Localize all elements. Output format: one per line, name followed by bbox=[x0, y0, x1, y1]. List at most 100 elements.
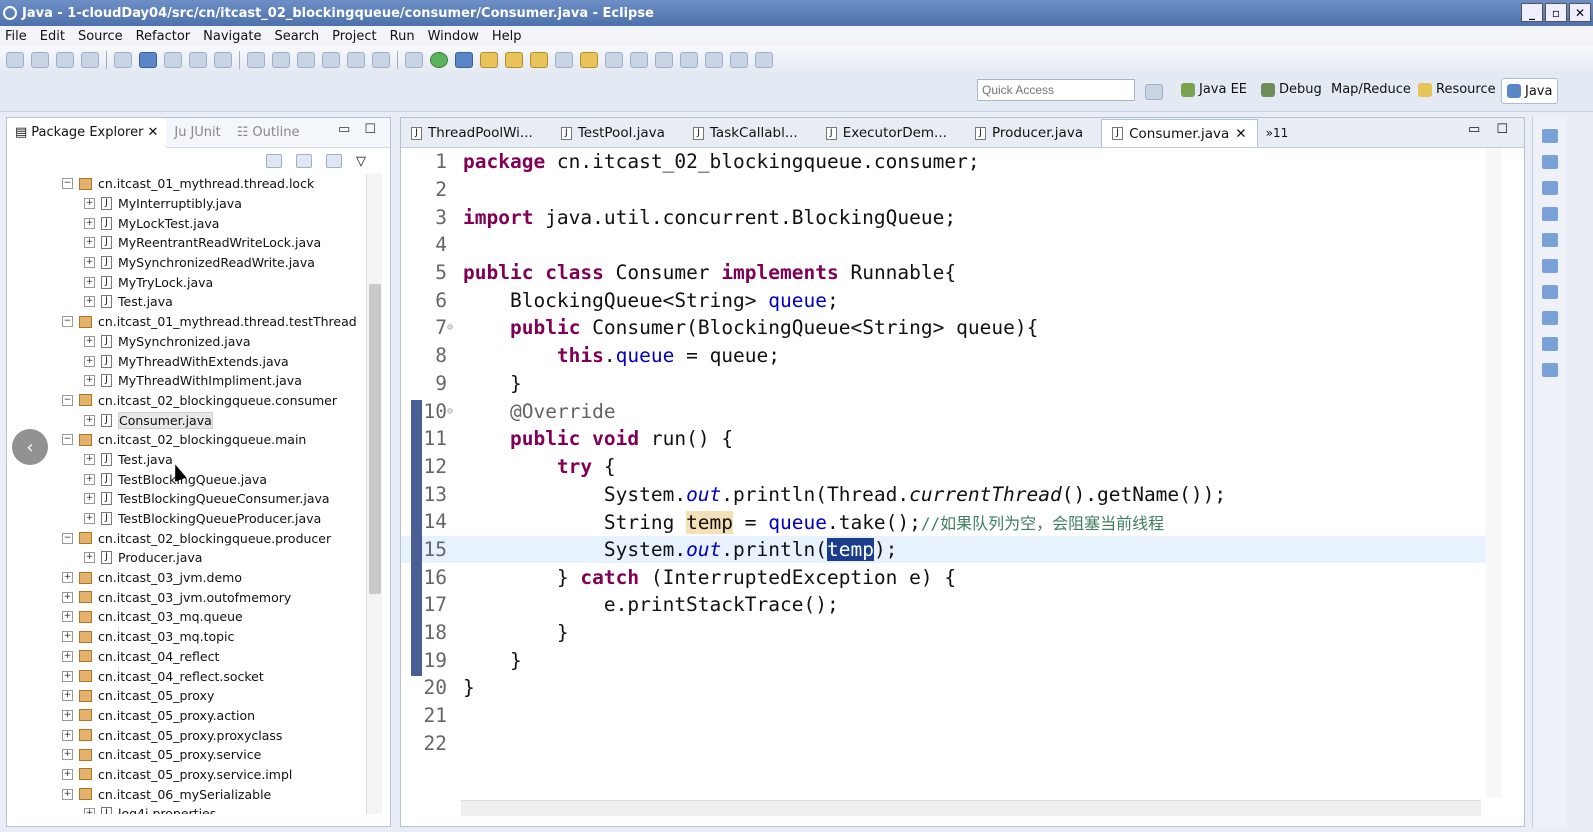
perspective-map-reduce[interactable]: Map/Reduce bbox=[1331, 82, 1411, 97]
maximize-editor-icon[interactable]: ☐ bbox=[1496, 122, 1508, 137]
package-node[interactable]: + cn.itcast_05_proxy bbox=[7, 686, 372, 706]
package-node[interactable]: + cn.itcast_04_reflect.socket bbox=[7, 666, 372, 686]
console-icon[interactable] bbox=[1541, 259, 1558, 273]
package-node[interactable]: + cn.itcast_05_proxy.action bbox=[7, 706, 372, 726]
coverage-icon[interactable] bbox=[214, 52, 232, 68]
declaration-icon[interactable] bbox=[1541, 207, 1558, 221]
package-node[interactable]: + cn.itcast_03_mq.queue bbox=[7, 607, 372, 627]
file-node[interactable]: + Jlog4j.properties bbox=[7, 804, 372, 814]
file-node[interactable]: + J Test.java bbox=[7, 292, 372, 312]
menu-project[interactable]: Project bbox=[327, 29, 384, 44]
file-node[interactable]: + J MySynchronized.java bbox=[7, 332, 372, 352]
run-icon[interactable] bbox=[430, 52, 448, 68]
collapse-toggle-icon[interactable]: − bbox=[62, 178, 73, 190]
package-node[interactable]: + cn.itcast_03_mq.topic bbox=[7, 627, 372, 647]
perspective-java-ee[interactable]: Java EE bbox=[1181, 82, 1247, 97]
collapse-toggle-icon[interactable]: − bbox=[62, 316, 73, 328]
file-node[interactable]: + J MyReentrantReadWriteLock.java bbox=[7, 233, 372, 253]
expand-toggle-icon[interactable]: + bbox=[62, 690, 73, 702]
package-node[interactable]: + cn.itcast_03_jvm.demo bbox=[7, 568, 372, 588]
debug-view-icon[interactable] bbox=[1541, 311, 1558, 325]
refresh-icon[interactable] bbox=[139, 52, 157, 68]
expand-toggle-icon[interactable]: + bbox=[84, 257, 95, 269]
editor-tab[interactable]: J TestPool.java bbox=[551, 119, 675, 147]
tasks-icon[interactable] bbox=[189, 52, 207, 68]
code-line[interactable]: 10 ⊖ @Override bbox=[401, 397, 1491, 425]
build-icon[interactable] bbox=[114, 52, 132, 68]
expand-toggle-icon[interactable]: + bbox=[84, 237, 95, 249]
menu-search[interactable]: Search bbox=[269, 29, 327, 44]
file-node[interactable]: + J Producer.java bbox=[7, 548, 372, 568]
forward-icon[interactable] bbox=[730, 52, 748, 68]
code-line[interactable]: 3 import java.util.concurrent.BlockingQue… bbox=[401, 203, 1491, 231]
close-button[interactable]: ✕ bbox=[1569, 3, 1591, 22]
menu-window[interactable]: Window bbox=[423, 29, 487, 44]
menu-source[interactable]: Source bbox=[73, 29, 131, 44]
menu-refactor[interactable]: Refactor bbox=[131, 29, 199, 44]
expand-toggle-icon[interactable]: + bbox=[84, 552, 95, 564]
file-node[interactable]: + J MyTryLock.java bbox=[7, 272, 372, 292]
menu-edit[interactable]: Edit bbox=[35, 29, 73, 44]
problems-icon[interactable] bbox=[1541, 155, 1558, 169]
file-node[interactable]: + J TestBlockingQueueProducer.java bbox=[7, 509, 372, 529]
perspective-debug[interactable]: Debug bbox=[1261, 82, 1322, 97]
menu-run[interactable]: Run bbox=[385, 29, 423, 44]
minimize-button[interactable]: _ bbox=[1521, 3, 1543, 22]
map-reduce-locations-icon[interactable] bbox=[1541, 363, 1558, 377]
tree-scrollbar[interactable] bbox=[366, 174, 382, 814]
code-line[interactable]: 14 String temp = queue.take();//如果队列为空，会… bbox=[401, 508, 1491, 536]
collapse-toggle-icon[interactable]: − bbox=[62, 532, 73, 544]
link-with-editor-icon[interactable] bbox=[296, 154, 312, 168]
scroll-thumb[interactable] bbox=[369, 284, 381, 594]
search-icon[interactable] bbox=[164, 52, 182, 68]
prev-annotation-icon[interactable] bbox=[680, 52, 698, 68]
package-node[interactable]: + cn.itcast_04_reflect bbox=[7, 647, 372, 667]
editor-tab[interactable]: J ThreadPoolWi... bbox=[401, 119, 543, 147]
expand-toggle-icon[interactable]: + bbox=[84, 355, 95, 367]
file-node[interactable]: + J MySynchronizedReadWrite.java bbox=[7, 253, 372, 273]
redo-icon[interactable] bbox=[272, 52, 290, 68]
package-node[interactable]: − cn.itcast_01_mythread.thread.lock bbox=[7, 174, 372, 194]
back-nav-arrow-icon[interactable]: ‹ bbox=[12, 429, 48, 465]
expand-toggle-icon[interactable]: + bbox=[62, 611, 73, 623]
editor-tab[interactable]: J TaskCallabl... bbox=[683, 119, 808, 147]
file-node[interactable]: + J MyThreadWithImpliment.java bbox=[7, 371, 372, 391]
file-node[interactable]: + J TestBlockingQueueConsumer.java bbox=[7, 489, 372, 509]
file-node[interactable]: + J MyThreadWithExtends.java bbox=[7, 351, 372, 371]
expand-toggle-icon[interactable]: + bbox=[62, 650, 73, 662]
code-line[interactable]: 7 ⊖ public Consumer(BlockingQueue<String>… bbox=[401, 314, 1491, 342]
code-line[interactable]: 8 this.queue = queue; bbox=[401, 342, 1491, 370]
expand-toggle-icon[interactable]: + bbox=[84, 493, 95, 505]
step-icon[interactable] bbox=[297, 52, 315, 68]
tab-outline[interactable]: ☷ Outline bbox=[229, 125, 308, 140]
expand-toggle-icon[interactable]: + bbox=[84, 375, 95, 387]
new-icon[interactable] bbox=[6, 52, 24, 68]
undo-icon[interactable] bbox=[247, 52, 265, 68]
package-node[interactable]: + cn.itcast_06_mySerializable bbox=[7, 784, 372, 804]
menu-navigate[interactable]: Navigate bbox=[198, 29, 269, 44]
code-line[interactable]: 21 bbox=[401, 702, 1491, 730]
next-annotation-icon[interactable] bbox=[655, 52, 673, 68]
focus-task-icon[interactable] bbox=[326, 154, 342, 168]
code-line[interactable]: 17 e.printStackTrace(); bbox=[401, 591, 1491, 619]
open-task-icon[interactable] bbox=[505, 52, 523, 68]
expand-toggle-icon[interactable]: + bbox=[62, 670, 73, 682]
progress-icon[interactable] bbox=[1541, 285, 1558, 299]
maximize-button[interactable]: ▫ bbox=[1545, 3, 1567, 22]
debug-icon[interactable] bbox=[405, 52, 423, 68]
open-perspective-icon[interactable] bbox=[1145, 84, 1163, 100]
package-node[interactable]: − cn.itcast_02_blockingqueue.consumer bbox=[7, 391, 372, 411]
expand-toggle-icon[interactable]: + bbox=[84, 335, 95, 347]
perspective-resource[interactable]: Resource bbox=[1418, 82, 1496, 97]
perspective-java[interactable]: Java bbox=[1501, 78, 1559, 104]
expand-toggle-icon[interactable]: + bbox=[62, 572, 73, 584]
expand-toggle-icon[interactable]: + bbox=[84, 276, 95, 288]
code-line[interactable]: 1 package cn.itcast_02_blockingqueue.cons… bbox=[401, 148, 1491, 176]
tab-overflow-button[interactable]: »11 bbox=[1266, 119, 1289, 147]
code-line[interactable]: 19 } bbox=[401, 646, 1491, 674]
external-tools-icon[interactable] bbox=[455, 52, 473, 68]
code-line[interactable]: 18 } bbox=[401, 619, 1491, 647]
close-tab-icon[interactable]: ✕ bbox=[1235, 126, 1246, 142]
code-line[interactable]: 13 System.out.println(Thread.currentThre… bbox=[401, 480, 1491, 508]
view-menu-icon[interactable]: ▽ bbox=[356, 154, 372, 169]
